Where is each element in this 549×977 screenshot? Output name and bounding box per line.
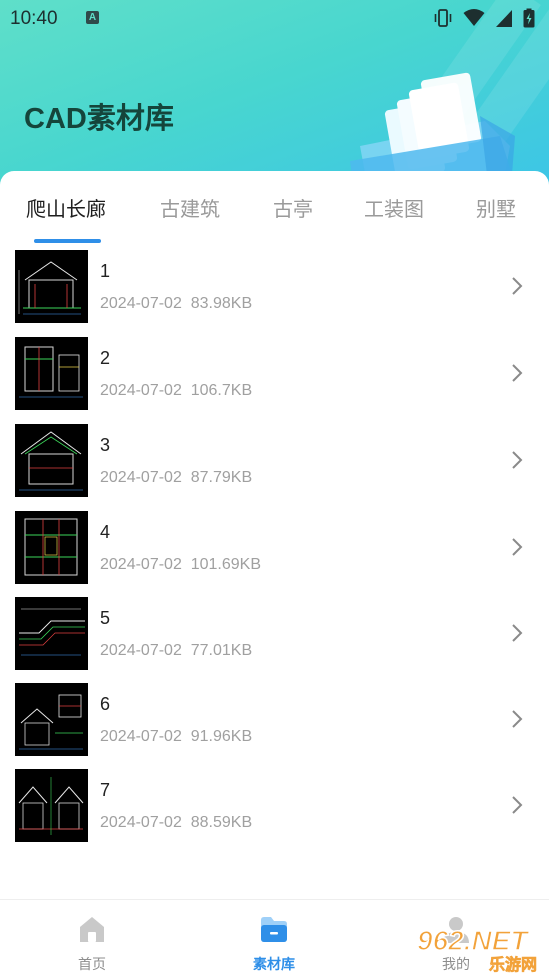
chevron-right-icon: [512, 624, 523, 642]
item-name: 6: [100, 694, 111, 714]
nav-home[interactable]: 首页: [32, 900, 152, 977]
item-name: 7: [100, 780, 111, 800]
item-date: 2024-07-02: [100, 642, 182, 659]
item-name: 2: [100, 348, 111, 368]
category-tabs: 爬山长廊 古建筑 古亭 工装图 别墅: [0, 171, 549, 247]
chevron-right-icon: [512, 364, 523, 382]
item-size: 83.98KB: [190, 295, 253, 312]
item-date: 2024-07-02: [100, 814, 182, 831]
item-date: 2024-07-02: [100, 382, 182, 399]
nav-library[interactable]: 素材库: [214, 900, 334, 977]
list-item[interactable]: 3 2024-07-02 87.79KB: [0, 421, 549, 507]
tab-pashan-changlang[interactable]: 爬山长廊: [26, 193, 106, 222]
tab-gu-ting[interactable]: 古亭: [273, 193, 313, 222]
cad-thumbnail: [15, 683, 88, 756]
item-date: 2024-07-02: [100, 295, 182, 312]
watermark-subtext: 乐游网: [489, 955, 537, 974]
list-item[interactable]: 5 2024-07-02 77.01KB: [0, 594, 549, 680]
cad-thumbnail: [15, 424, 88, 497]
nav-library-label: 素材库: [253, 956, 295, 972]
item-meta: 2024-07-02 91.96KB: [100, 728, 252, 746]
list-item[interactable]: 1 2024-07-02 83.98KB: [0, 247, 549, 333]
cad-thumbnail: [15, 511, 88, 584]
tab-bieshu[interactable]: 别墅: [476, 193, 516, 222]
item-size: 77.01KB: [190, 642, 253, 659]
item-name: 1: [100, 261, 111, 281]
tab-indicator: [34, 239, 101, 243]
watermark-logo: 962.NET 乐游网: [416, 924, 537, 974]
chevron-right-icon: [512, 710, 523, 728]
item-name: 3: [100, 435, 111, 455]
item-date: 2024-07-02: [100, 556, 182, 573]
chevron-right-icon: [512, 796, 523, 814]
tab-gu-jianzhu[interactable]: 古建筑: [160, 193, 220, 222]
list-item[interactable]: 6 2024-07-02 91.96KB: [0, 680, 549, 766]
signal-icon: [496, 10, 512, 27]
wifi-icon: [463, 9, 485, 26]
notification-icon: A: [86, 11, 99, 24]
cad-thumbnail: [15, 250, 88, 323]
item-size: 101.69KB: [190, 556, 262, 573]
list-item[interactable]: 7 2024-07-02 88.59KB: [0, 766, 549, 852]
chevron-right-icon: [512, 277, 523, 295]
item-meta: 2024-07-02 88.59KB: [100, 814, 252, 832]
item-name: 5: [100, 608, 111, 628]
cad-thumbnail: [15, 337, 88, 410]
item-size: 87.79KB: [190, 469, 253, 486]
content-card: 爬山长廊 古建筑 古亭 工装图 别墅 1 2024-07-02 83.98KB: [0, 171, 549, 976]
status-time: 10:40: [10, 8, 58, 29]
item-size: 91.96KB: [190, 728, 253, 745]
list-item[interactable]: 2 2024-07-02 106.7KB: [0, 334, 549, 420]
app-title: CAD素材库: [24, 103, 174, 135]
item-size: 88.59KB: [190, 814, 253, 831]
vibrate-icon: [434, 9, 452, 27]
status-bar: 10:40 A: [0, 0, 549, 36]
item-date: 2024-07-02: [100, 469, 182, 486]
status-icons: [433, 8, 535, 28]
cad-thumbnail: [15, 597, 88, 670]
home-icon: [80, 917, 104, 942]
item-name: 4: [100, 522, 111, 542]
battery-icon: [523, 8, 535, 28]
watermark-text: 962.NET: [417, 925, 530, 956]
item-meta: 2024-07-02 87.79KB: [100, 469, 252, 487]
item-size: 106.7KB: [190, 382, 253, 399]
chevron-right-icon: [512, 538, 523, 556]
item-meta: 2024-07-02 101.69KB: [100, 556, 261, 574]
item-meta: 2024-07-02 83.98KB: [100, 295, 252, 313]
list-item[interactable]: 4 2024-07-02 101.69KB: [0, 508, 549, 594]
cad-thumbnail: [15, 769, 88, 842]
folder-icon: [261, 917, 287, 942]
item-date: 2024-07-02: [100, 728, 182, 745]
chevron-right-icon: [512, 451, 523, 469]
nav-home-label: 首页: [78, 956, 106, 972]
tab-gongzhuang-tu[interactable]: 工装图: [364, 193, 424, 222]
item-meta: 2024-07-02 77.01KB: [100, 642, 252, 660]
item-meta: 2024-07-02 106.7KB: [100, 382, 252, 400]
